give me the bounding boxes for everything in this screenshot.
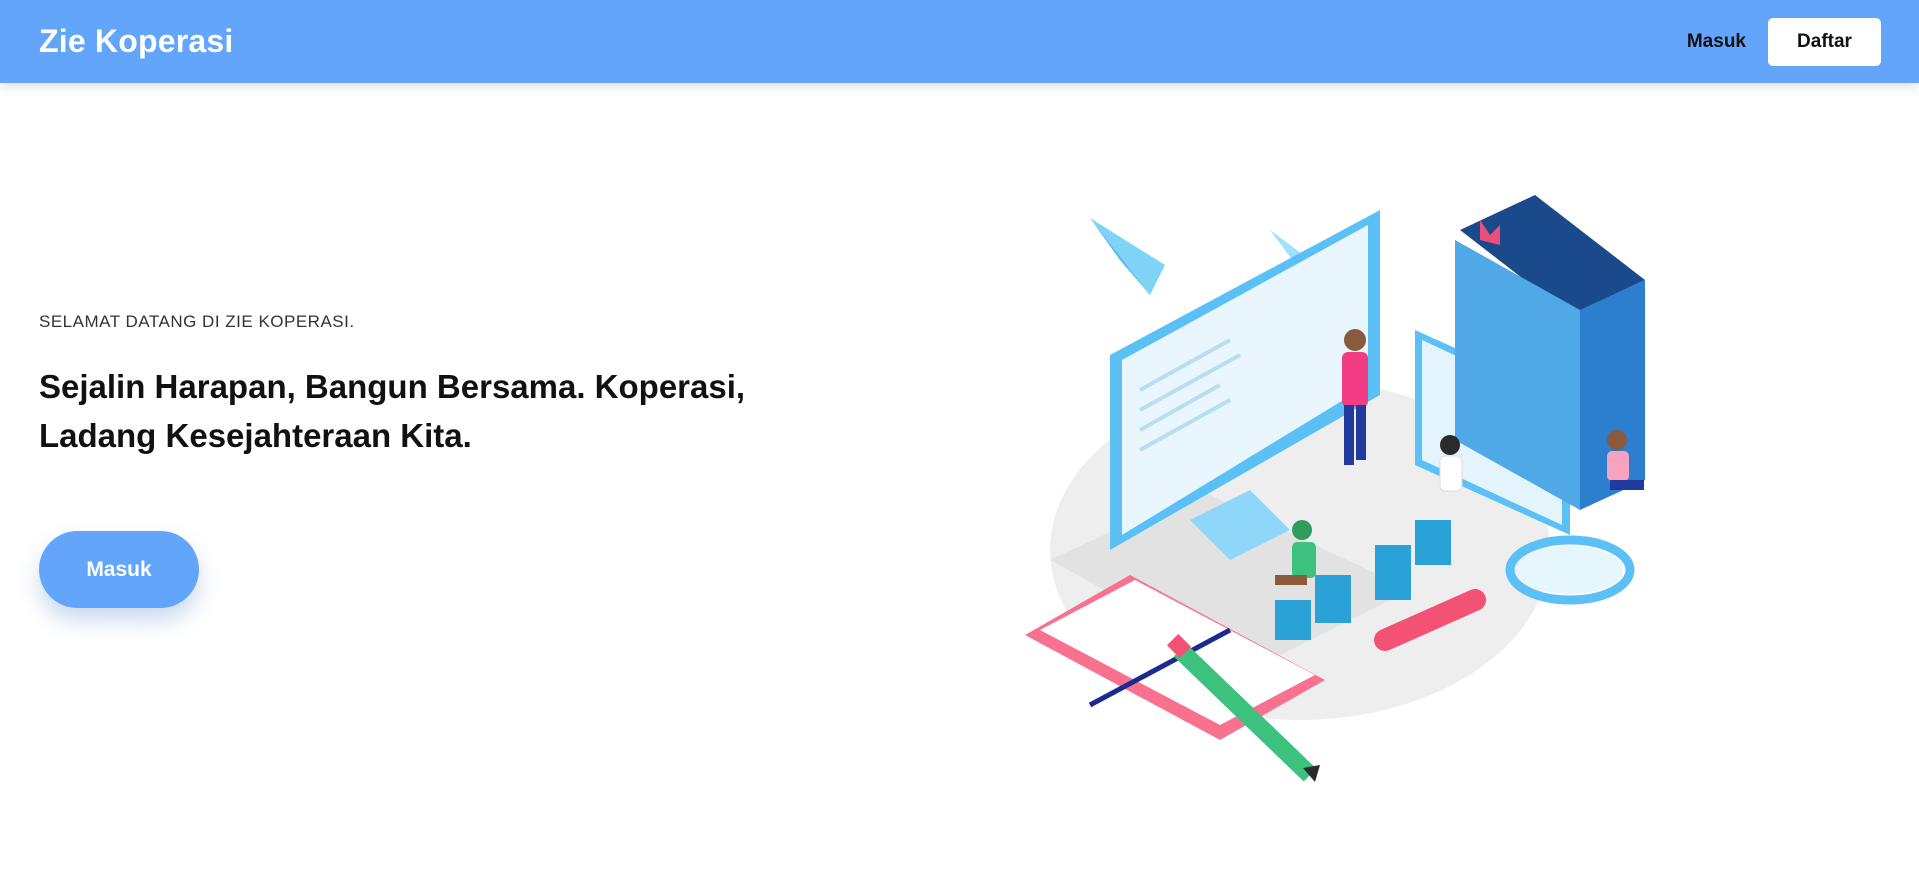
person-leg-left [1344,405,1354,465]
person-shirt [1342,352,1368,407]
block-4 [1275,600,1311,640]
magnifier-lens [1517,546,1623,594]
person-2-head [1440,435,1460,455]
hero-headline-line-1: Sejalin Harapan, Bangun Bersama. Koperas… [39,368,746,405]
nav-actions: Masuk Daftar [1687,17,1881,66]
hero-eyebrow: SELAMAT DATANG DI ZIE KOPERASI. [39,312,355,331]
block-1 [1315,575,1351,623]
hero-login-button[interactable]: Masuk [39,531,199,608]
hero-section: SELAMAT DATANG DI ZIE KOPERASI. Sejalin … [39,312,799,460]
block-2 [1375,545,1411,600]
person-leg-right [1356,405,1366,460]
brand-logo[interactable]: Zie Koperasi [39,23,233,60]
block-3 [1415,520,1451,565]
illustration-svg [1025,195,1645,782]
person-3-legs [1275,575,1307,585]
hero-headline-line-2: Ladang Kesejahteraan Kita. [39,417,472,454]
hero-headline: Sejalin Harapan, Bangun Bersama. Koperas… [39,362,799,460]
person-4-head [1607,430,1627,450]
person-3-head [1292,520,1312,540]
person-3-shirt [1292,542,1316,578]
person-2-shirt [1439,455,1463,492]
navbar: Zie Koperasi Masuk Daftar [0,0,1919,83]
isometric-learning-illustration-icon [990,190,1690,790]
login-link[interactable]: Masuk [1687,31,1746,53]
person-4-shirt [1607,451,1629,481]
person-4-legs [1610,480,1644,490]
register-button[interactable]: Daftar [1768,17,1881,66]
paper-plane-icon [1090,218,1165,295]
person-head [1344,329,1366,351]
